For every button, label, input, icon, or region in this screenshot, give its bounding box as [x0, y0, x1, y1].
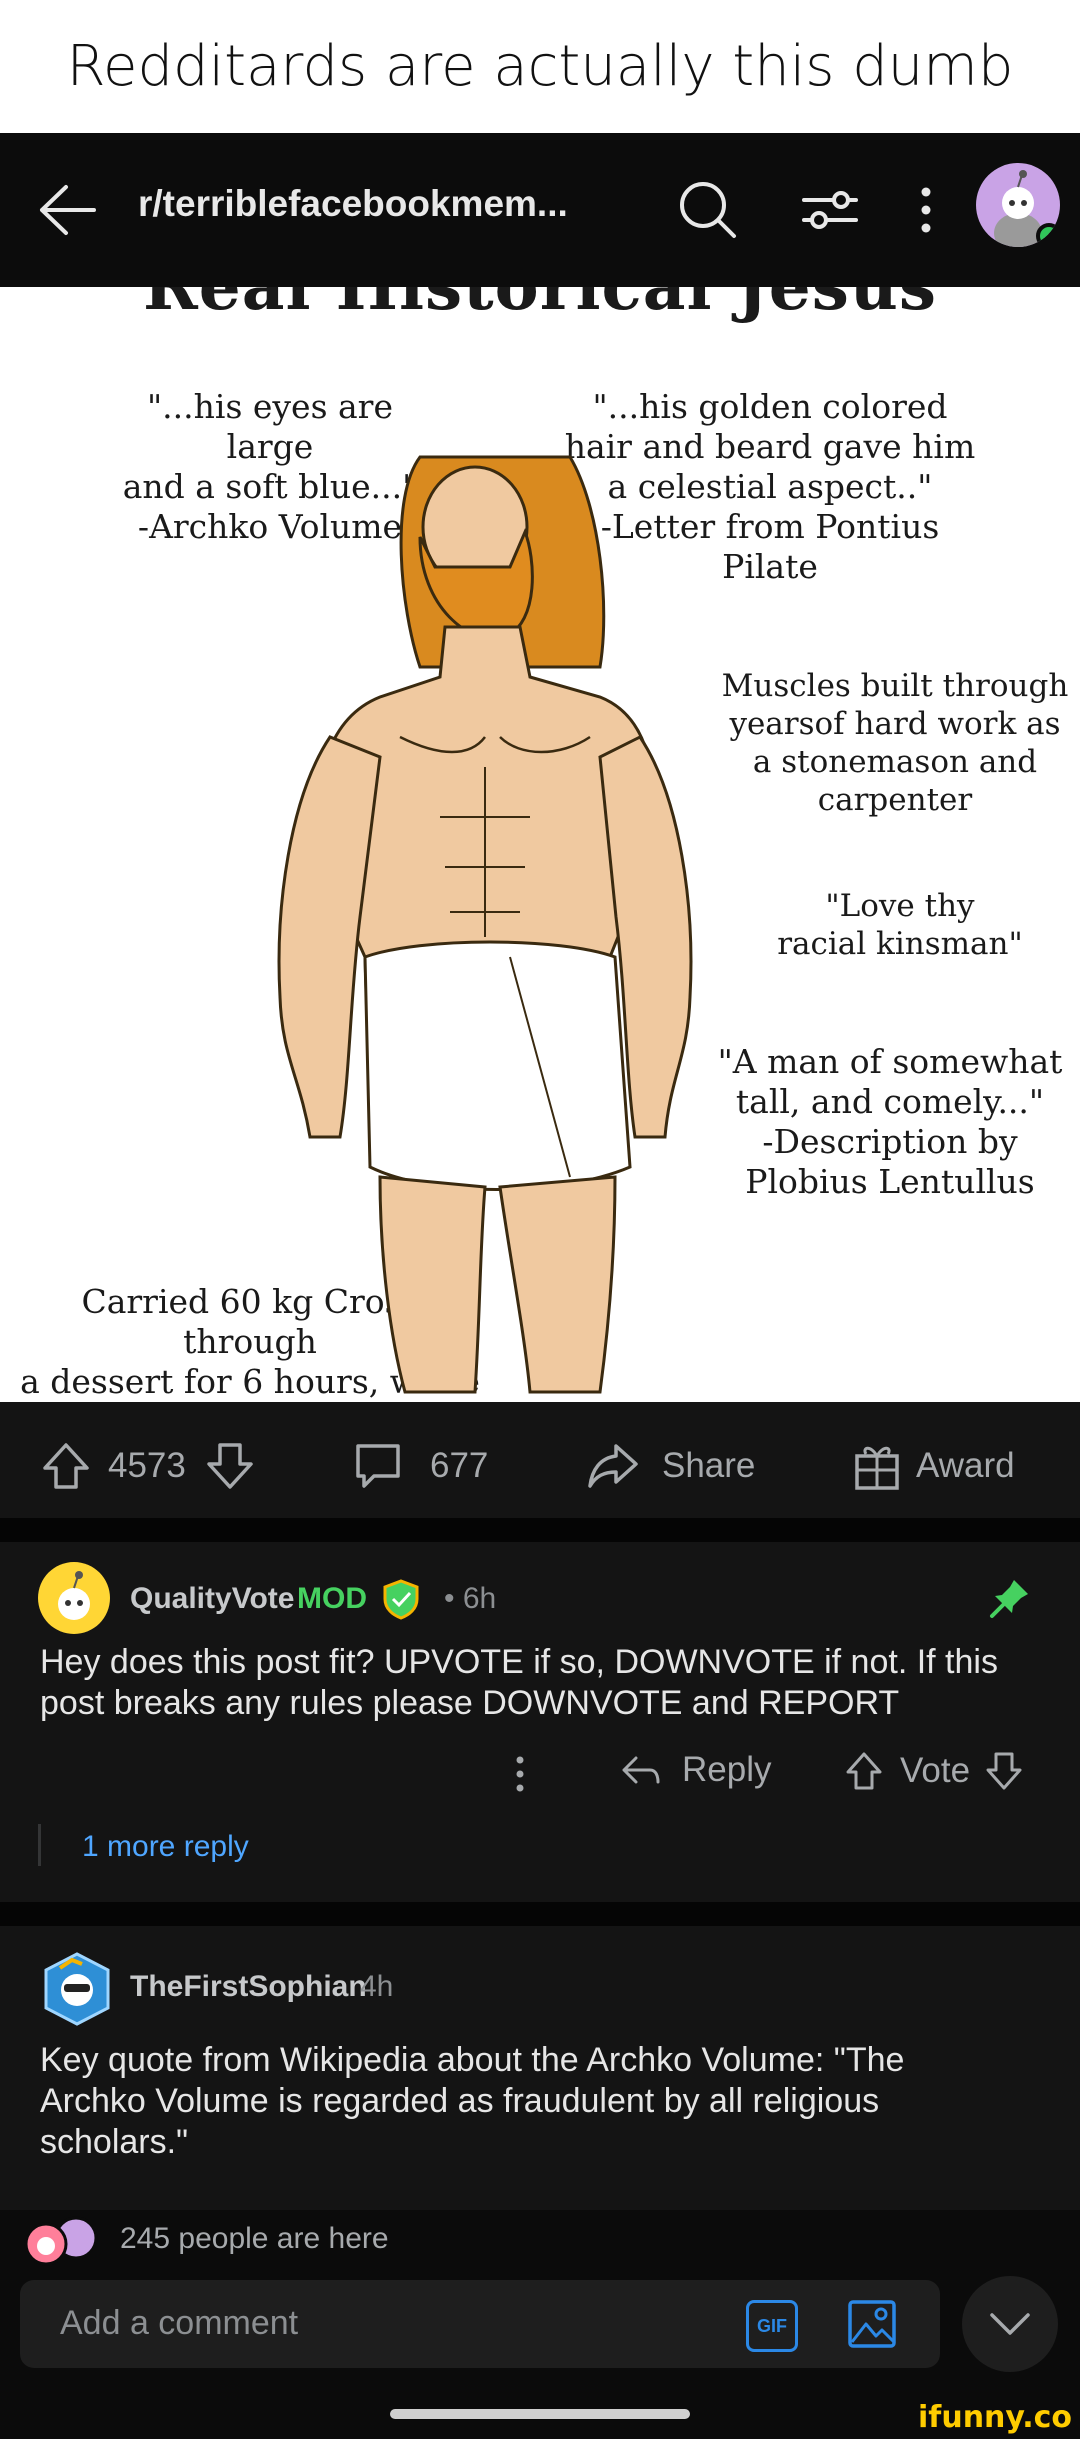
downvote-icon[interactable]: [984, 1750, 1024, 1792]
meme-header-text: Real Historical Jesus: [120, 287, 960, 321]
divider: [0, 1518, 1080, 1542]
avatar[interactable]: [976, 163, 1060, 247]
comment-vote-group: Vote: [844, 1750, 1024, 1792]
caption-text: Redditards are actually this dumb: [0, 0, 1080, 133]
gif-button[interactable]: GIF: [746, 2300, 798, 2352]
comment-username[interactable]: QualityVote: [130, 1582, 294, 1616]
comment-count: 677: [430, 1446, 489, 1485]
thread-line: [38, 1824, 41, 1866]
share-icon: [586, 1440, 640, 1492]
reply-icon: [620, 1750, 662, 1790]
comment-body: Key quote from Wikipedia about the Archk…: [40, 2041, 905, 2161]
post-image[interactable]: Real Historical Jesus "...his eyes are l…: [0, 287, 1080, 1402]
comment-icon: [352, 1440, 404, 1492]
mod-shield-icon: [380, 1578, 422, 1620]
quote-tall: "A man of somewhat tall, and comely..." …: [717, 1042, 1063, 1201]
comment-qualityvote: QualityVote MOD • 6h Hey does this post …: [0, 1542, 1080, 1902]
chevron-down-icon: [988, 2311, 1032, 2337]
reply-button[interactable]: Reply: [620, 1750, 771, 1790]
comments-button[interactable]: 677: [352, 1440, 488, 1492]
reply-label: Reply: [682, 1750, 772, 1789]
search-icon[interactable]: [676, 178, 740, 242]
award-button[interactable]: Award: [852, 1440, 1015, 1492]
jesus-figure-illustration: [277, 455, 693, 1394]
presence-count: 245 people are here: [120, 2222, 389, 2255]
upvote-icon[interactable]: [844, 1750, 884, 1792]
commenter-avatar[interactable]: [38, 1950, 116, 2028]
comment-time: • 6h: [444, 1582, 497, 1615]
quote-muscles: Muscles built through yearsof hard work …: [721, 668, 1069, 818]
vote-group: 4573: [40, 1440, 256, 1492]
app-bar: r/terriblefacebookmem...: [0, 133, 1080, 287]
comment-body: Hey does this post fit? UPVOTE if so, DO…: [40, 1643, 998, 1722]
ifunny-watermark: ifunny.co: [918, 2400, 1072, 2435]
downvote-icon[interactable]: [204, 1440, 256, 1492]
pin-icon: [988, 1576, 1032, 1620]
comment-input[interactable]: Add a comment GIF: [20, 2280, 940, 2368]
vote-count: 4573: [108, 1446, 186, 1485]
image-upload-icon[interactable]: [846, 2298, 898, 2350]
subreddit-title[interactable]: r/terriblefacebookmem...: [138, 183, 568, 225]
comment-time: 4h: [360, 1970, 394, 2003]
award-label: Award: [916, 1446, 1015, 1485]
online-status-dot: [1036, 223, 1060, 247]
upvote-icon[interactable]: [40, 1440, 92, 1492]
mod-badge: MOD: [297, 1582, 367, 1615]
gift-icon: [852, 1440, 902, 1492]
collapse-button[interactable]: [962, 2276, 1058, 2372]
comment-input-placeholder: Add a comment: [60, 2304, 299, 2342]
comment-thefirstsophian: TheFirstSophian 4h Key quote from Wikipe…: [0, 1926, 1080, 2210]
more-replies-link[interactable]: 1 more reply: [82, 1830, 249, 1864]
back-arrow-icon[interactable]: [38, 183, 98, 237]
divider: [0, 1902, 1080, 1926]
vote-label: Vote: [900, 1751, 971, 1790]
commenter-avatar[interactable]: [38, 1562, 110, 1634]
quote-love: "Love thy racial kinsman": [777, 888, 1023, 962]
post-action-bar: 4573 677 Share Award: [0, 1402, 1080, 1518]
share-label: Share: [662, 1446, 756, 1485]
filter-icon[interactable]: [798, 178, 862, 242]
more-options-icon[interactable]: [510, 1752, 530, 1796]
home-indicator[interactable]: [390, 2409, 690, 2419]
share-button[interactable]: Share: [586, 1440, 755, 1492]
presence-avatars: [20, 2216, 100, 2266]
comment-username[interactable]: TheFirstSophian: [130, 1970, 367, 2004]
more-vertical-icon[interactable]: [906, 178, 970, 242]
